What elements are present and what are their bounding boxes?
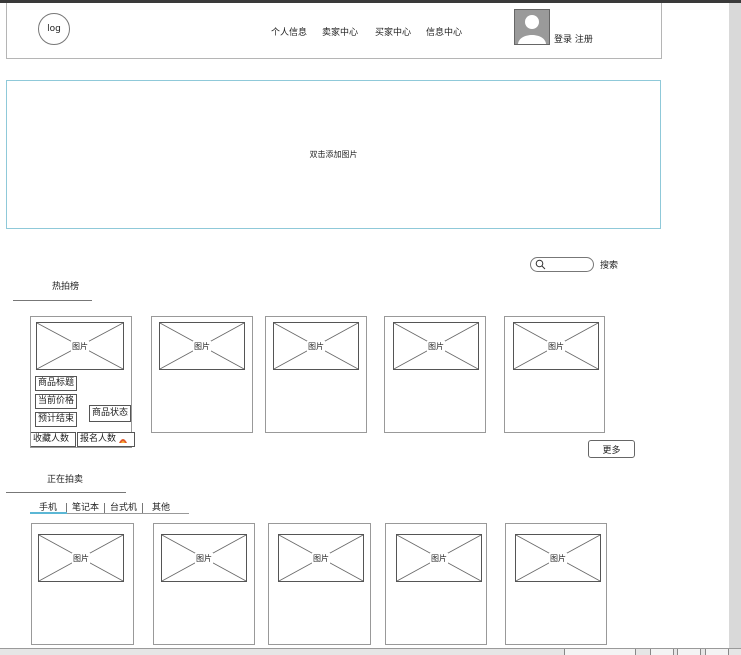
- image-label: 图片: [312, 552, 330, 564]
- nav-seller-center[interactable]: 卖家中心: [322, 25, 358, 38]
- logo-text: log: [47, 24, 61, 34]
- search-button[interactable]: 搜索: [600, 258, 618, 271]
- hot-product-card[interactable]: 图片 商品标题 当前价格 预计结束 商品状态 收藏人数 报名人数: [30, 316, 135, 448]
- auction-section-title: 正在拍卖: [47, 475, 84, 485]
- product-image-placeholder: 图片: [36, 322, 124, 370]
- nav-personal-info[interactable]: 个人信息: [271, 25, 307, 38]
- end-time-label: 预计结束: [35, 412, 78, 427]
- status-button[interactable]: [677, 649, 701, 655]
- image-label: 图片: [430, 552, 448, 564]
- hot-product-card[interactable]: 图片: [265, 316, 367, 433]
- favorite-count-label: 收藏人数: [31, 432, 76, 447]
- tabs-baseline: [67, 513, 189, 514]
- hammer-icon: [119, 438, 128, 443]
- status-button[interactable]: [705, 649, 729, 655]
- more-button[interactable]: 更多: [588, 440, 635, 458]
- hot-product-card[interactable]: 图片: [151, 316, 253, 433]
- auction-product-card[interactable]: 图片: [505, 523, 607, 645]
- signup-count-text: 报名人数: [80, 434, 117, 444]
- product-image-placeholder: 图片: [38, 534, 124, 582]
- banner-image-placeholder[interactable]: 双击添加图片: [6, 80, 661, 229]
- hot-product-card[interactable]: 图片: [504, 316, 605, 433]
- image-label: 图片: [307, 340, 325, 352]
- product-image-placeholder: 图片: [278, 534, 364, 582]
- auction-product-card[interactable]: 图片: [153, 523, 255, 645]
- product-image-placeholder: 图片: [273, 322, 359, 370]
- status-field: [564, 649, 636, 655]
- hot-section-underline: [13, 300, 92, 301]
- image-label: 图片: [427, 340, 445, 352]
- auction-product-card[interactable]: 图片: [268, 523, 371, 645]
- image-label: 图片: [72, 552, 90, 564]
- image-label: 图片: [547, 340, 565, 352]
- hot-section-title: 热拍榜: [52, 282, 80, 292]
- search-input[interactable]: [530, 257, 594, 272]
- tab-other[interactable]: 其他: [143, 500, 175, 513]
- product-image-placeholder: 图片: [161, 534, 247, 582]
- nav-buyer-center[interactable]: 买家中心: [375, 25, 411, 38]
- auth-links: 登录 注册: [554, 32, 593, 45]
- image-label: 图片: [195, 552, 213, 564]
- vertical-scrollbar[interactable]: [729, 3, 741, 648]
- user-avatar-icon[interactable]: [514, 9, 550, 45]
- signup-count-label: 报名人数: [77, 432, 135, 447]
- auction-section-underline: [6, 492, 126, 493]
- product-image-placeholder: 图片: [515, 534, 601, 582]
- nav-message-center[interactable]: 信息中心: [426, 25, 462, 38]
- product-image-placeholder: 图片: [513, 322, 599, 370]
- image-label: 图片: [193, 340, 211, 352]
- logo[interactable]: log: [38, 13, 70, 45]
- image-label: 图片: [71, 340, 89, 352]
- register-link[interactable]: 注册: [575, 35, 593, 45]
- active-tab-indicator: [30, 512, 67, 514]
- product-title-label: 商品标题: [35, 376, 78, 391]
- page-canvas: log 个人信息 卖家中心 买家中心 信息中心 登录 注册 双击添加图片 搜索 …: [0, 3, 729, 648]
- product-image-placeholder: 图片: [393, 322, 479, 370]
- banner-text: 双击添加图片: [309, 150, 358, 159]
- auction-product-card[interactable]: 图片: [385, 523, 487, 645]
- auction-product-card[interactable]: 图片: [31, 523, 134, 645]
- product-image-placeholder: 图片: [159, 322, 245, 370]
- login-link[interactable]: 登录: [554, 35, 572, 45]
- image-label: 图片: [549, 552, 567, 564]
- status-button[interactable]: [650, 649, 674, 655]
- product-image-placeholder: 图片: [396, 534, 482, 582]
- hot-product-card[interactable]: 图片: [384, 316, 486, 433]
- search-icon: [535, 259, 546, 270]
- current-price-label: 当前价格: [35, 394, 78, 409]
- more-button-label: 更多: [602, 445, 621, 456]
- tab-laptop[interactable]: 笔记本: [67, 500, 104, 513]
- product-status-label: 商品状态: [89, 405, 132, 422]
- tab-desktop[interactable]: 台式机: [105, 500, 142, 513]
